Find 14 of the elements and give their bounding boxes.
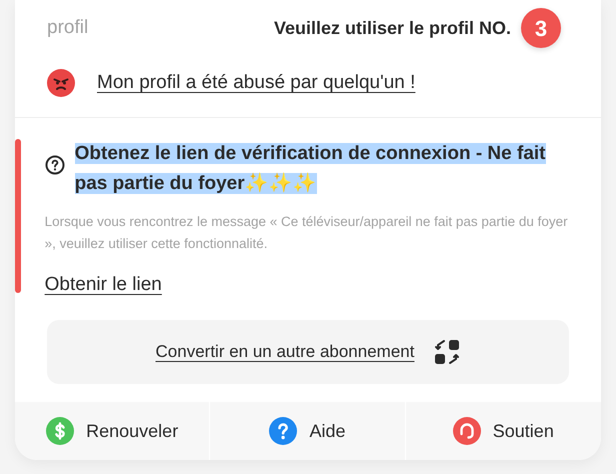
abuse-report-link[interactable]: Mon profil a été abusé par quelqu'un ! <box>97 68 416 98</box>
profile-instruction: Veuillez utiliser le profil NO. <box>274 16 511 40</box>
footer-button[interactable]: Renouveler <box>15 402 210 460</box>
swap-icon <box>434 338 460 364</box>
angry-face-icon <box>47 69 75 97</box>
verification-title: Obtenez le lien de vérification de connexion - Ne fait pas partie du foyer✨✨✨ <box>74 142 546 196</box>
question-icon <box>44 155 65 175</box>
profile-label: profil <box>47 16 88 40</box>
footer-button[interactable]: Soutien <box>406 402 601 460</box>
convert-subscription-button[interactable]: Convertir en un autre abonnement <box>47 320 569 384</box>
footer-button[interactable]: Aide <box>210 402 406 460</box>
verification-description: Lorsque vous rencontrez le message « Ce téléviseur/appareil ne fait pas partie du foyer », veuillez utiliser cette fonctionnalité. <box>44 213 569 253</box>
profile-number-badge: 3 <box>521 8 561 48</box>
get-link[interactable]: Obtenir le lien <box>44 271 162 300</box>
